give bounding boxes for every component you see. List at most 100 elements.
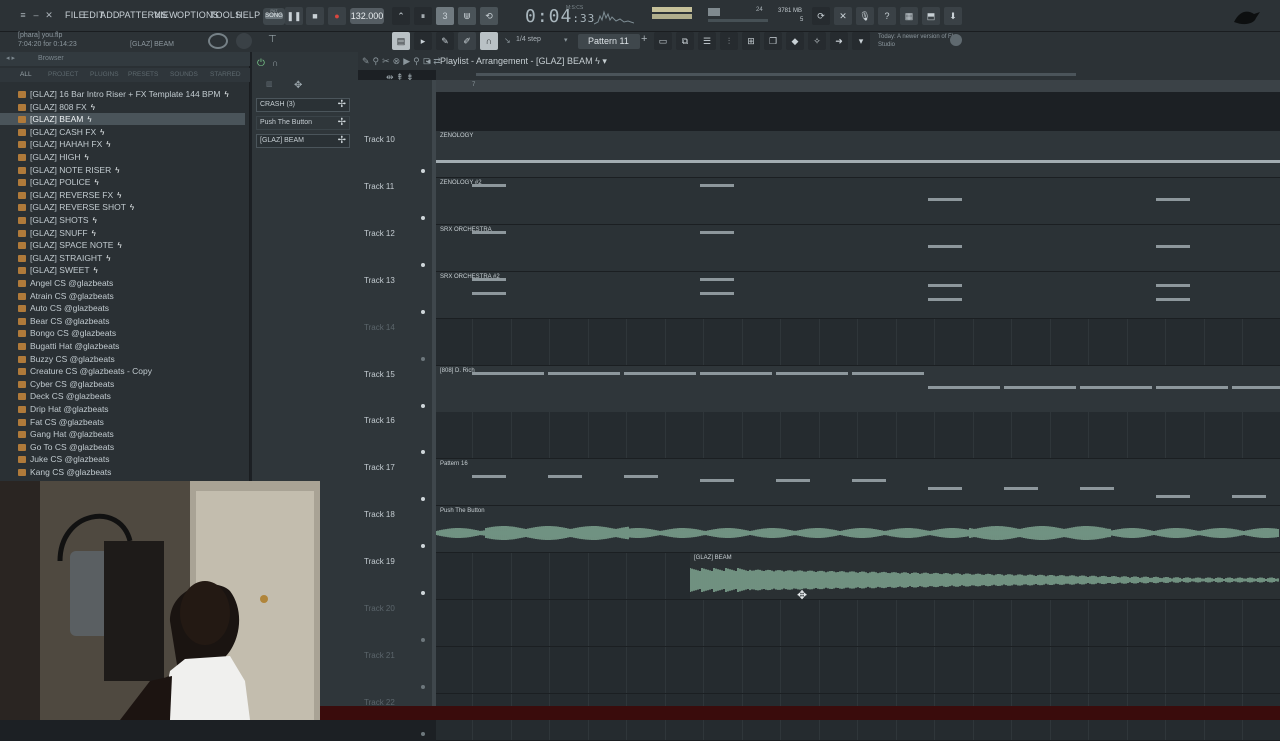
wait-input-icon[interactable]: ⏸: [414, 7, 432, 25]
track-lane[interactable]: Pattern 16: [436, 459, 1280, 507]
browser-item[interactable]: [GLAZ] SNUFF ϟ: [0, 227, 245, 239]
track-lane[interactable]: ZENOLOGY: [436, 131, 1280, 178]
tab-project[interactable]: PROJECT: [48, 71, 78, 78]
stop-button[interactable]: ■: [306, 7, 324, 25]
browser-item[interactable]: Bear CS @glazbeats: [0, 315, 245, 327]
timeline-ruler[interactable]: [436, 80, 1280, 92]
mixer-view-icon[interactable]: ⧉: [676, 32, 694, 50]
browser-item[interactable]: Kang CS @glazbeats: [0, 466, 245, 478]
track-mute-icon[interactable]: [421, 684, 425, 689]
track-lane[interactable]: [436, 318, 1280, 366]
track-header[interactable]: Track 21: [358, 647, 432, 694]
rack-view-icon[interactable]: ⊞: [742, 32, 760, 50]
master-volume-knob[interactable]: [208, 33, 228, 49]
track-mute-icon[interactable]: [421, 262, 425, 267]
track-mute-icon[interactable]: [421, 215, 425, 220]
playlist-clip[interactable]: ZENOLOGY: [436, 131, 1280, 177]
refresh-icon[interactable]: ⟳: [812, 7, 830, 25]
browser-item[interactable]: [GLAZ] NOTE RISER ϟ: [0, 164, 245, 176]
metronome-icon[interactable]: ⌃: [392, 7, 410, 25]
browser-item[interactable]: [GLAZ] SHOTS ϟ: [0, 214, 245, 226]
browser-item[interactable]: Gang Hat @glazbeats: [0, 428, 245, 440]
eq-view-icon[interactable]: ⫶: [720, 32, 738, 50]
eye-icon[interactable]: ▾: [852, 32, 870, 50]
browser-item[interactable]: Go To CS @glazbeats: [0, 441, 245, 453]
picker-item[interactable]: [GLAZ] BEAM ✢: [256, 134, 350, 148]
channel-rack-icon[interactable]: ⬒: [922, 7, 940, 25]
track-header[interactable]: Track 17: [358, 459, 432, 506]
picker-add-icon[interactable]: ✢: [338, 117, 346, 129]
minimize-icon[interactable]: –: [31, 10, 41, 20]
browser-icon[interactable]: ⬇: [944, 7, 962, 25]
clipboard-icon[interactable]: ❐: [764, 32, 782, 50]
browser-item[interactable]: Bongo CS @glazbeats: [0, 327, 245, 339]
playlist-clip[interactable]: [808] D. Rich: [436, 365, 1280, 412]
brush-tool-icon[interactable]: ✐: [458, 32, 476, 50]
browser-item[interactable]: Drip Hat @glazbeats: [0, 403, 245, 415]
browser-item[interactable]: Fat CS @glazbeats: [0, 416, 245, 428]
track-lane[interactable]: [GLAZ] BEAM: [436, 553, 1280, 601]
help-icon[interactable]: ?: [878, 7, 896, 25]
track-mute-icon[interactable]: [421, 638, 425, 642]
browser-item[interactable]: [GLAZ] STRAIGHT ϟ: [0, 252, 245, 264]
menu-help[interactable]: HELP: [236, 10, 260, 20]
browser-item[interactable]: Auto CS @glazbeats: [0, 302, 245, 314]
track-lane[interactable]: [808] D. Rich: [436, 365, 1280, 413]
playlist-dropdown-icon[interactable]: ▾: [602, 56, 607, 66]
pattern-selector[interactable]: Pattern 11: [578, 34, 640, 49]
plugin-icon[interactable]: ◆: [786, 32, 804, 50]
track-header[interactable]: Track 15: [358, 366, 432, 413]
tab-sounds[interactable]: SOUNDS: [170, 71, 198, 78]
track-mute-icon[interactable]: [421, 403, 425, 408]
browser-item[interactable]: Angel CS @glazbeats: [0, 277, 245, 289]
playlist-clip[interactable]: ZENOLOGY #2: [436, 177, 1280, 224]
channel-view-icon[interactable]: ☰: [698, 32, 716, 50]
close-icon[interactable]: ✕: [44, 10, 54, 20]
browser-item[interactable]: Creature CS @glazbeats - Copy: [0, 365, 245, 377]
picker-magnet-icon[interactable]: ∩: [272, 58, 278, 68]
track-header[interactable]: Track 19: [358, 553, 432, 600]
browser-item[interactable]: Buzzy CS @glazbeats: [0, 353, 245, 365]
track-header[interactable]: Track 10: [358, 131, 432, 178]
browser-item[interactable]: [GLAZ] BEAM ϟ: [0, 113, 245, 126]
export-icon[interactable]: ➜: [830, 32, 848, 50]
track-lane[interactable]: ZENOLOGY #2: [436, 177, 1280, 225]
picker-list-icon[interactable]: ▥: [266, 80, 273, 88]
browser-item[interactable]: [GLAZ] REVERSE FX ϟ: [0, 189, 245, 201]
tool-icon[interactable]: ✧: [808, 32, 826, 50]
track-mute-icon[interactable]: [421, 356, 425, 361]
play-arrow-icon[interactable]: ▸: [414, 32, 432, 50]
tab-presets[interactable]: PRESETS: [128, 71, 158, 78]
picker-item[interactable]: CRASH (3) ✢: [256, 98, 350, 112]
track-header[interactable]: Track 20: [358, 600, 432, 647]
tempo-knob-icon[interactable]: ⊤: [268, 34, 277, 45]
track-header[interactable]: Track 18: [358, 506, 432, 553]
playlist-clip[interactable]: Pattern 16: [436, 459, 1280, 506]
playlist-clip[interactable]: [GLAZ] BEAM: [690, 553, 1280, 600]
picker-move-icon[interactable]: ✥: [294, 80, 302, 91]
playlist-tools-icon[interactable]: ✎⚲✂⊗▶⚲⊡⇄: [362, 56, 444, 67]
picker-item[interactable]: Push The Button ✢: [256, 116, 350, 130]
track-mute-icon[interactable]: [421, 450, 425, 455]
microphone-icon[interactable]: 🎙: [856, 7, 874, 25]
mixer-icon[interactable]: ✕: [834, 7, 852, 25]
playlist-clip[interactable]: Push The Button: [436, 506, 1280, 553]
browser-item[interactable]: [GLAZ] CASH FX ϟ: [0, 126, 245, 138]
track-lane[interactable]: [436, 412, 1280, 460]
piano-roll-icon[interactable]: ▦: [900, 7, 918, 25]
song-mode-toggle[interactable]: PAT SONG: [263, 8, 285, 25]
pause-button[interactable]: ❚❚: [285, 7, 303, 25]
track-mute-icon[interactable]: [421, 544, 425, 549]
playlist-clip[interactable]: SRX ORCHESTRA: [436, 224, 1280, 271]
browser-item[interactable]: [GLAZ] POLICE ϟ: [0, 176, 245, 188]
playlist-view-icon[interactable]: ▭: [654, 32, 672, 50]
browser-item[interactable]: Cyber CS @glazbeats: [0, 378, 245, 390]
pencil-tool-icon[interactable]: ✎: [436, 32, 454, 50]
loop-record-icon[interactable]: ⟲: [480, 7, 498, 25]
countdown-icon[interactable]: 3: [436, 7, 454, 25]
browser-item[interactable]: [GLAZ] REVERSE SHOT ϟ: [0, 201, 245, 213]
browser-item[interactable]: Deck CS @glazbeats: [0, 390, 245, 402]
track-mute-icon[interactable]: [421, 497, 425, 502]
picker-snap-icon[interactable]: ⏻: [257, 58, 265, 69]
track-lane[interactable]: SRX ORCHESTRA: [436, 224, 1280, 272]
